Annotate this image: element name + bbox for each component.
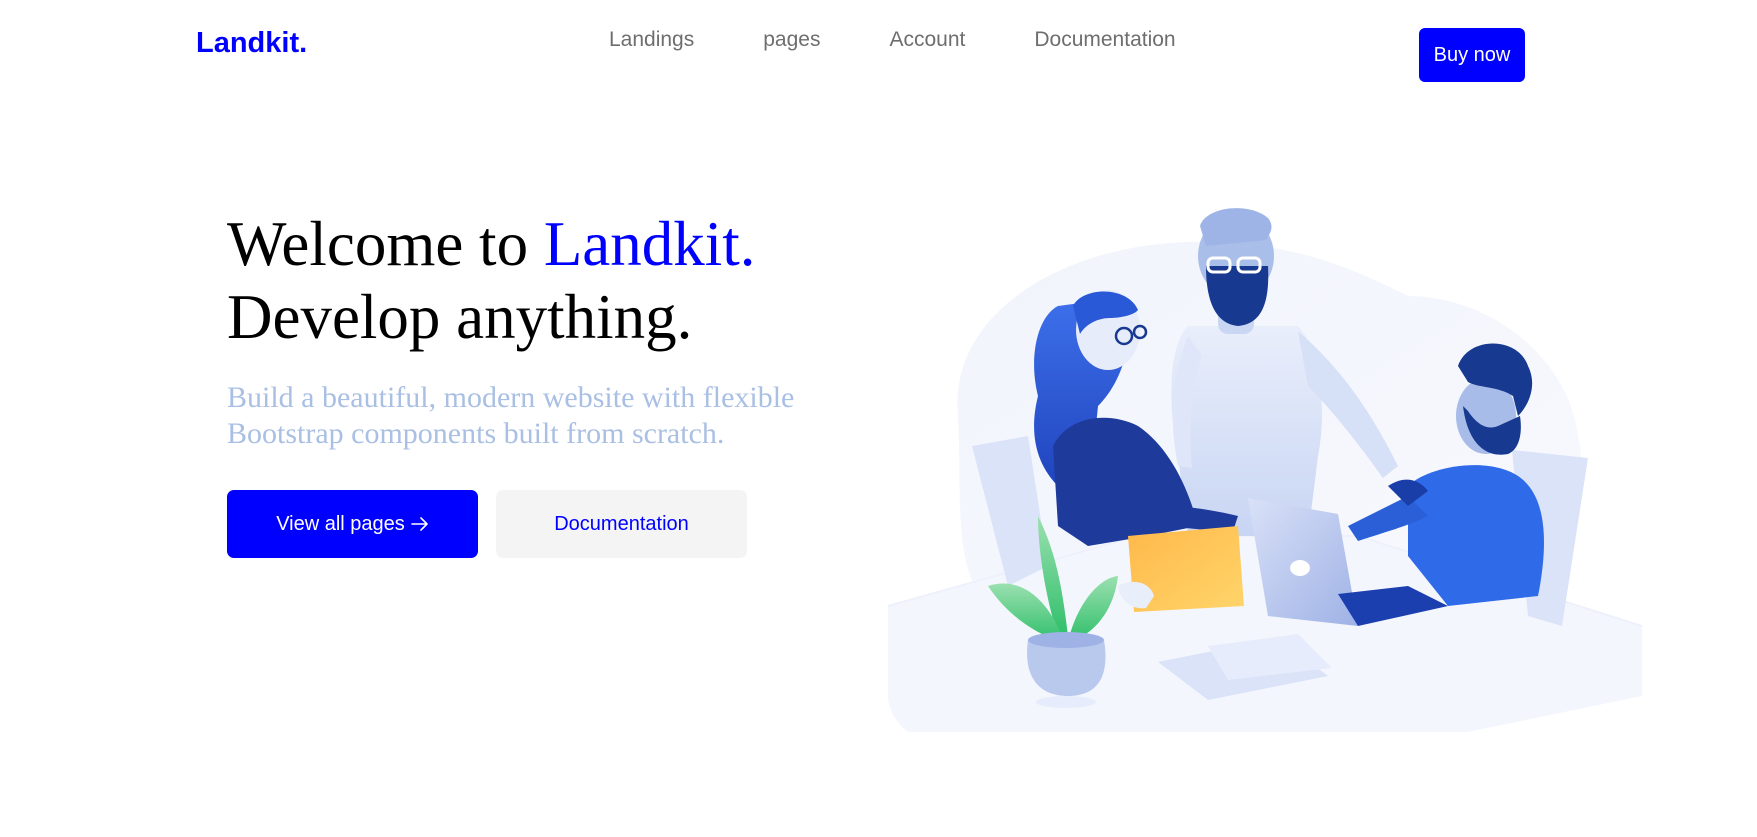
buy-now-button[interactable]: Buy now [1419, 28, 1525, 82]
view-all-pages-button[interactable]: View all pages [227, 490, 478, 558]
documentation-button[interactable]: Documentation [496, 490, 747, 558]
hero-lead: Build a beautiful, modern website with f… [227, 381, 795, 450]
nav-links: Landings pages Account Documentation [609, 28, 1176, 52]
nav-link-documentation[interactable]: Documentation [1034, 28, 1175, 52]
nav-link-landings[interactable]: Landings [609, 28, 694, 52]
hero-title-brand: Landkit. [543, 209, 756, 279]
hero-title: Welcome to Landkit. Develop anything. [227, 208, 756, 354]
view-all-pages-label: View all pages [276, 512, 405, 535]
nav-link-account[interactable]: Account [889, 28, 965, 52]
team-working-illustration [888, 208, 1642, 732]
navbar: Landkit. Landings pages Account Document… [0, 0, 1757, 100]
nav-link-pages[interactable]: pages [763, 28, 820, 52]
hero-title-line2: Develop anything. [227, 282, 693, 352]
hero-title-prefix: Welcome to [227, 209, 544, 279]
arrow-right-icon [410, 517, 428, 531]
brand-logo[interactable]: Landkit. [196, 27, 307, 60]
